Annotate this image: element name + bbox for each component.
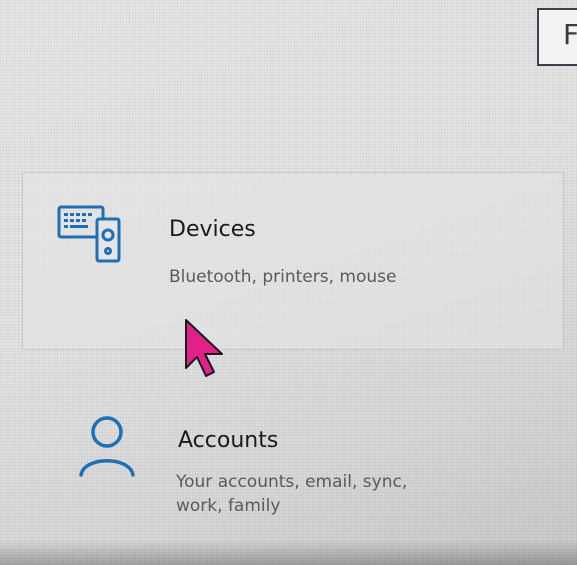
devices-subtitle: Bluetooth, printers, mouse	[169, 267, 397, 287]
person-icon	[79, 416, 135, 477]
devices-icon	[57, 205, 121, 263]
accounts-subtitle-line1: Your accounts, email, sync,	[176, 472, 408, 492]
accounts-subtitle-line2: work, family	[176, 496, 281, 516]
devices-title: Devices	[169, 217, 256, 242]
mouse-pointer-icon	[185, 319, 223, 377]
search-text: F	[563, 18, 577, 51]
accounts-title: Accounts	[178, 428, 279, 453]
search-box[interactable]: F	[537, 8, 577, 66]
devices-tile[interactable]: Devices Bluetooth, printers, mouse	[22, 172, 564, 350]
settings-screen: F Devices Bluetooth, printers, mouse Acc…	[0, 0, 577, 565]
bottom-shadow	[0, 540, 577, 565]
